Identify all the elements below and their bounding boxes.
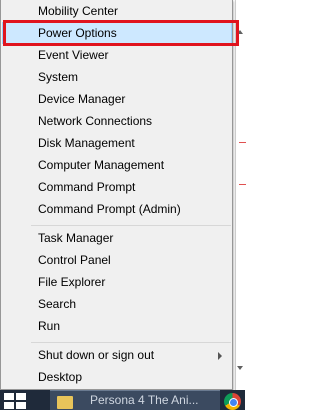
menu-item-run[interactable]: Run <box>2 315 232 337</box>
taskbar-app-label: Persona 4 The Ani... <box>90 393 199 407</box>
menu-item-search[interactable]: Search <box>2 293 232 315</box>
menu-separator <box>31 342 231 343</box>
menu-item-desktop[interactable]: Desktop <box>2 366 232 388</box>
submenu-arrow-icon <box>218 352 222 360</box>
scroll-down-icon <box>237 366 243 370</box>
scroll-up-icon <box>237 30 243 34</box>
background-underline <box>239 142 246 143</box>
menu-item-computer-management[interactable]: Computer Management <box>2 154 232 176</box>
menu-item-task-manager[interactable]: Task Manager <box>2 227 232 249</box>
chrome-icon[interactable] <box>224 393 241 410</box>
taskbar-app-button[interactable]: Persona 4 The Ani... <box>50 390 220 410</box>
windows-logo-icon <box>16 393 26 400</box>
menu-item-mobility-center[interactable]: Mobility Center <box>2 0 232 22</box>
windows-logo-icon <box>4 402 14 409</box>
menu-item-shut-down-or-sign-out[interactable]: Shut down or sign out <box>2 344 232 366</box>
background-underline <box>239 184 246 185</box>
menu-item-command-prompt-admin[interactable]: Command Prompt (Admin) <box>2 198 232 220</box>
taskbar: Persona 4 The Ani... <box>0 390 245 410</box>
background-window-edge <box>235 0 246 410</box>
folder-icon <box>57 396 73 409</box>
menu-item-label: Shut down or sign out <box>38 348 155 362</box>
menu-item-network-connections[interactable]: Network Connections <box>2 110 232 132</box>
menu-item-command-prompt[interactable]: Command Prompt <box>2 176 232 198</box>
winx-context-menu: Mobility Center Power Options Event View… <box>0 0 233 390</box>
menu-item-system[interactable]: System <box>2 66 232 88</box>
start-button[interactable] <box>4 393 34 410</box>
menu-item-device-manager[interactable]: Device Manager <box>2 88 232 110</box>
windows-logo-icon <box>16 402 26 409</box>
menu-separator <box>31 225 231 226</box>
windows-logo-icon <box>4 393 14 400</box>
menu-item-power-options[interactable]: Power Options <box>2 22 232 44</box>
menu-item-disk-management[interactable]: Disk Management <box>2 132 232 154</box>
menu-item-event-viewer[interactable]: Event Viewer <box>2 44 232 66</box>
menu-item-control-panel[interactable]: Control Panel <box>2 249 232 271</box>
menu-item-file-explorer[interactable]: File Explorer <box>2 271 232 293</box>
